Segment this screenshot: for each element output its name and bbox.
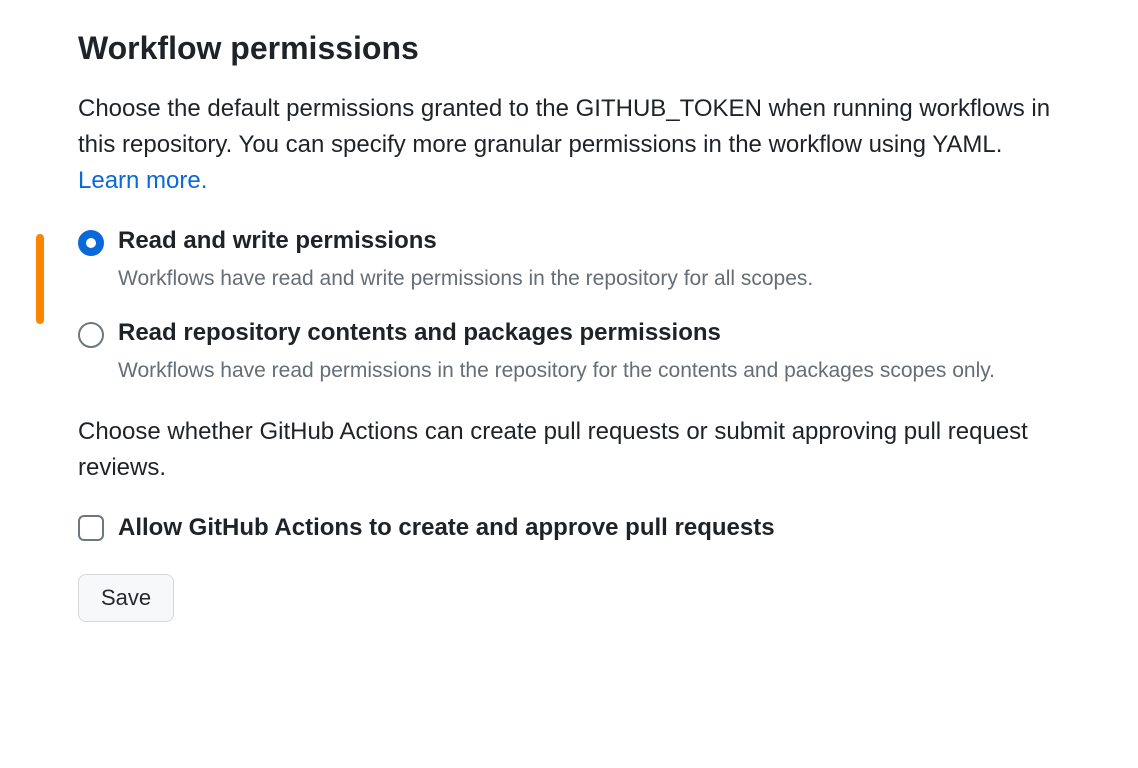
- radio-label: Read repository contents and packages pe…: [118, 319, 1060, 347]
- checkbox-label: Allow GitHub Actions to create and appro…: [118, 514, 775, 542]
- highlight-bar: [36, 234, 44, 324]
- radio-description: Workflows have read and write permission…: [118, 263, 1060, 295]
- checkbox-description: Choose whether GitHub Actions can create…: [78, 414, 1060, 486]
- radio-input-read-write[interactable]: [78, 230, 104, 256]
- checkbox-section: Choose whether GitHub Actions can create…: [78, 414, 1060, 542]
- checkbox-option-allow-pr[interactable]: Allow GitHub Actions to create and appro…: [78, 514, 1060, 542]
- description-text: Choose the default permissions granted t…: [78, 95, 1050, 158]
- radio-option-read-write[interactable]: Read and write permissions Workflows hav…: [78, 227, 1060, 295]
- radio-description: Workflows have read permissions in the r…: [118, 355, 1060, 387]
- save-button[interactable]: Save: [78, 574, 174, 622]
- radio-label: Read and write permissions: [118, 227, 1060, 255]
- radio-content: Read and write permissions Workflows hav…: [118, 227, 1060, 295]
- learn-more-link[interactable]: Learn more.: [78, 167, 207, 194]
- radio-content: Read repository contents and packages pe…: [118, 319, 1060, 387]
- radio-option-read-only[interactable]: Read repository contents and packages pe…: [78, 319, 1060, 387]
- section-title: Workflow permissions: [78, 30, 1060, 67]
- permissions-radio-group: Read and write permissions Workflows hav…: [78, 227, 1060, 386]
- section-description: Choose the default permissions granted t…: [78, 91, 1060, 199]
- checkbox-input-allow-pr[interactable]: [78, 515, 104, 541]
- radio-input-read-only[interactable]: [78, 322, 104, 348]
